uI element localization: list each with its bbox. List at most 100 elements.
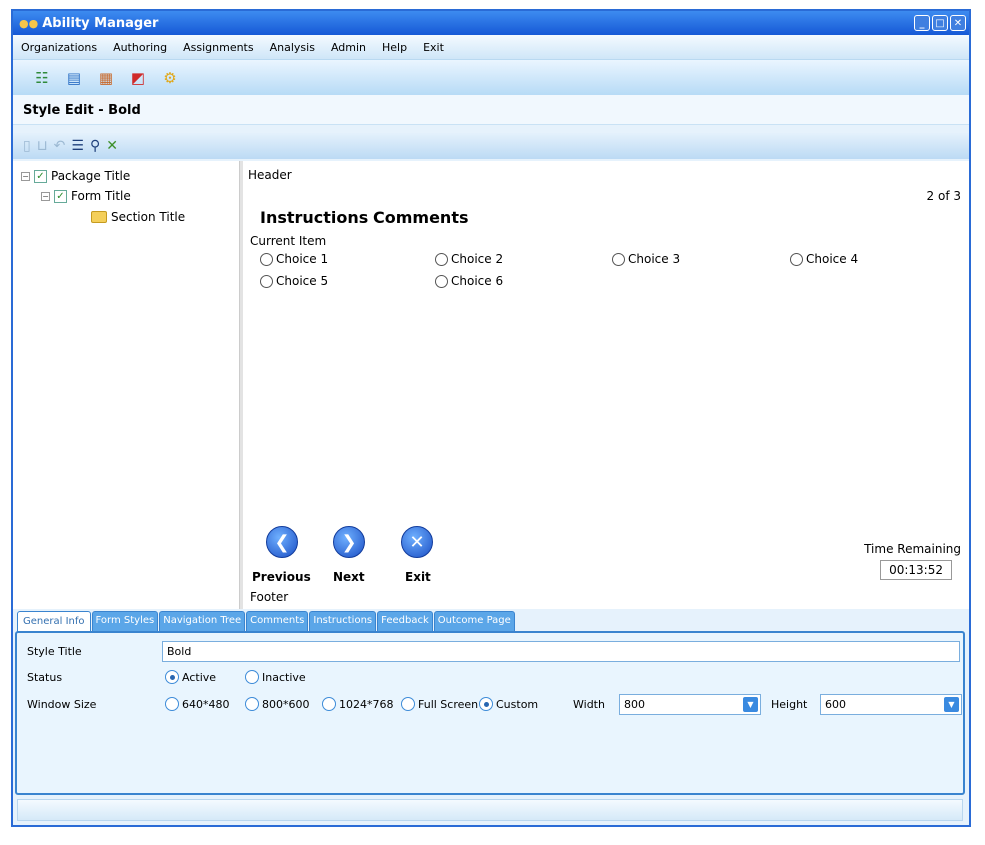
width-value: 800 [624,698,645,711]
previous-button[interactable]: ❮ [266,526,298,558]
width-label: Width [573,698,605,711]
page-title: Style Edit - Bold [13,95,969,125]
current-item-label: Current Item [250,234,327,248]
menu-organizations[interactable]: Organizations [21,41,97,54]
choice-radio[interactable]: Choice 1 [260,252,328,266]
collapse-icon[interactable]: − [41,191,50,201]
tools-icon[interactable]: ✕ [106,138,118,154]
width-dropdown[interactable]: 800 ▼ [619,694,761,715]
form-card-icon[interactable]: ▤ [63,67,85,89]
time-remaining-label: Time Remaining [864,542,961,556]
size-800-radio[interactable]: 800*600 [245,697,310,711]
choice-radio[interactable]: Choice 3 [612,252,680,266]
tree-node-form[interactable]: − ✓ Form Title [41,189,131,203]
comments-heading: Comments [373,208,469,227]
menu-bar: Organizations Authoring Assignments Anal… [13,35,969,59]
exit-label: Exit [405,570,431,584]
tree-label: Package Title [51,169,131,183]
organization-tree-icon[interactable]: ☷ [31,67,53,89]
radio-label: 800*600 [262,697,310,711]
admin-gear-icon[interactable]: ⚙ [159,67,181,89]
radio-label: 640*480 [182,697,230,711]
choice-radio[interactable]: Choice 5 [260,274,328,288]
tab-feedback[interactable]: Feedback [377,611,433,632]
form-preview: Header 2 of 3 Instructions Comments Curr… [243,161,969,609]
search-icon[interactable]: ⚲ [90,138,100,154]
radio-label: Custom [496,697,539,711]
new-icon[interactable]: ▯ [23,138,31,154]
style-title-label: Style Title [27,645,82,658]
style-title-input[interactable]: Bold [162,641,960,662]
choice-radio[interactable]: Choice 4 [790,252,858,266]
choice-label: Choice 2 [451,252,504,266]
size-1024-radio[interactable]: 1024*768 [322,697,394,711]
menu-assignments[interactable]: Assignments [183,41,254,54]
tab-general-info[interactable]: General Info [17,611,91,632]
tree-label: Form Title [71,189,131,203]
radio-label: Active [182,670,217,684]
tab-outcome-page[interactable]: Outcome Page [433,611,515,632]
app-window: ●● Ability Manager _ □ ✕ Organizations A… [11,9,971,827]
general-info-panel: Style Title Bold Status Active Inactive … [15,631,965,795]
minimize-button[interactable]: _ [914,15,930,31]
tree-label: Section Title [111,210,186,224]
choice-label: Choice 5 [276,274,329,288]
size-fullscreen-radio[interactable]: Full Screen [401,697,478,711]
choice-label: Choice 1 [276,252,329,266]
list-icon[interactable]: ☰ [71,138,84,154]
next-button[interactable]: ❯ [333,526,365,558]
navigation-tree: − ✓ Package Title − ✓ Form Title Section T… [13,161,239,609]
chevron-down-icon[interactable]: ▼ [743,697,758,712]
collapse-icon[interactable]: − [21,171,30,181]
undo-icon[interactable]: ↶ [54,138,66,154]
page-count: 2 of 3 [926,189,961,203]
choice-label: Choice 6 [451,274,504,288]
content-area: − ✓ Package Title − ✓ Form Title Section T… [13,161,969,609]
radio-label: Inactive [262,670,306,684]
app-logo-icon: ●● [19,16,39,30]
preview-header: Header [248,168,292,182]
choice-radio[interactable]: Choice 6 [435,274,503,288]
checkbox-icon: ✓ [34,169,47,183]
radio-label: Full Screen [418,697,479,711]
title-bar: ●● Ability Manager _ □ ✕ [13,11,969,35]
menu-help[interactable]: Help [382,41,407,54]
height-label: Height [771,698,808,711]
previous-label: Previous [252,570,311,584]
maximize-button[interactable]: □ [932,15,948,31]
save-icon[interactable]: ⊔ [37,138,48,154]
menu-exit[interactable]: Exit [423,41,444,54]
tab-instructions[interactable]: Instructions [309,611,377,632]
assignments-icon[interactable]: ▦ [95,67,117,89]
window-size-label: Window Size [27,698,97,711]
size-640-radio[interactable]: 640*480 [165,697,230,711]
choice-radio[interactable]: Choice 2 [435,252,503,266]
menu-analysis[interactable]: Analysis [270,41,315,54]
window-title: Ability Manager [42,15,159,31]
status-inactive-radio[interactable]: Inactive [245,670,306,684]
radio-label: 1024*768 [339,697,394,711]
choice-label: Choice 3 [628,252,681,266]
chevron-down-icon[interactable]: ▼ [944,697,959,712]
next-label: Next [333,570,365,584]
time-remaining-value: 00:13:52 [880,560,952,580]
tab-bar: General Info Form Styles Navigation Tree… [17,611,515,632]
tab-form-styles[interactable]: Form Styles [91,611,159,632]
size-custom-radio[interactable]: Custom [479,697,538,711]
height-dropdown[interactable]: 600 ▼ [820,694,962,715]
instructions-heading: Instructions [260,208,369,227]
close-button[interactable]: ✕ [950,15,966,31]
menu-admin[interactable]: Admin [331,41,366,54]
tab-navigation-tree[interactable]: Navigation Tree [159,611,246,632]
tree-node-package[interactable]: − ✓ Package Title [21,169,130,183]
menu-authoring[interactable]: Authoring [113,41,167,54]
folder-icon [91,211,107,223]
status-active-radio[interactable]: Active [165,670,216,684]
height-value: 600 [825,698,846,711]
tree-node-section[interactable]: Section Title [91,210,185,224]
choice-label: Choice 4 [806,252,859,266]
status-bar [17,799,963,821]
analysis-icon[interactable]: ◩ [127,67,149,89]
exit-button[interactable]: ✕ [401,526,433,558]
tab-comments[interactable]: Comments [246,611,309,632]
